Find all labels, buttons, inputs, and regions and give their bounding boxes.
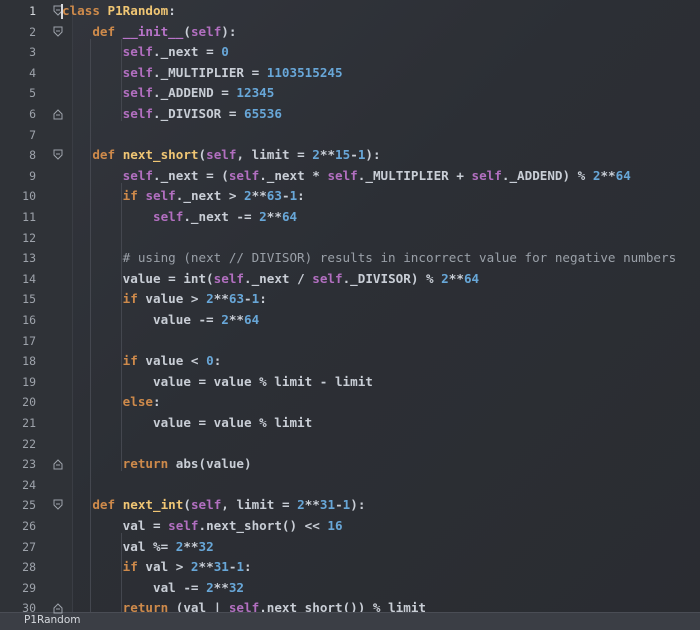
code-line[interactable]: class P1Random: xyxy=(62,2,176,20)
code-line[interactable]: self._ADDEND = 12345 xyxy=(62,84,275,102)
fold-marker-icon[interactable] xyxy=(53,26,63,38)
line-number: 2 xyxy=(29,24,36,39)
code-editor[interactable]: 1 2 3 4 5 6 7 8 9 10 11 12 13 14 15 16 17 18 19 20 21 22 23 24 2… xyxy=(0,0,700,630)
indent-guide xyxy=(120,38,122,121)
code-line[interactable]: value = int(self._next / self._DIVISOR) … xyxy=(62,270,479,288)
code-line[interactable]: # using (next // DIVISOR) results in inc… xyxy=(62,249,677,267)
line-number: 15 xyxy=(22,292,36,307)
line-number: 8 xyxy=(29,148,36,163)
line-number-gutter[interactable]: 1 2 3 4 5 6 7 8 9 10 11 12 13 14 15 16 17 18 19 20 21 22 23 24 2… xyxy=(0,0,50,615)
code-line[interactable]: value = value % limit - limit xyxy=(62,373,373,391)
line-number: 23 xyxy=(22,457,36,472)
line-number: 11 xyxy=(22,210,36,224)
fold-marker-icon[interactable] xyxy=(53,602,63,614)
fold-marker-icon[interactable] xyxy=(53,499,63,511)
code-line[interactable]: self._DIVISOR = 65536 xyxy=(62,105,282,123)
line-number: 27 xyxy=(22,539,36,554)
line-number: 20 xyxy=(22,395,36,410)
line-number: 29 xyxy=(22,580,36,595)
line-number: 19 xyxy=(22,374,36,389)
line-number: 7 xyxy=(29,127,36,142)
line-number: 17 xyxy=(22,333,36,348)
code-line[interactable]: if value < 0: xyxy=(62,352,222,370)
code-line[interactable]: self._next -= 2**64 xyxy=(62,208,297,226)
status-bar: P1Random xyxy=(0,612,700,630)
fold-marker-icon[interactable] xyxy=(53,108,63,120)
line-number: 26 xyxy=(22,519,36,533)
indent-guide xyxy=(90,38,92,616)
line-number: 14 xyxy=(22,271,36,286)
line-number: 16 xyxy=(22,313,36,327)
line-number: 10 xyxy=(22,189,36,204)
text-cursor xyxy=(61,4,63,19)
line-number: 22 xyxy=(22,436,36,451)
code-line[interactable]: else: xyxy=(62,393,161,411)
breadcrumb-class-name[interactable]: P1Random xyxy=(24,614,80,626)
code-line[interactable]: def next_int(self, limit = 2**31-1): xyxy=(62,496,365,514)
line-number: 13 xyxy=(22,251,36,266)
line-number: 18 xyxy=(22,354,36,369)
code-line[interactable]: if self._next > 2**63-1: xyxy=(62,187,305,205)
line-number: 6 xyxy=(29,107,36,121)
code-line[interactable]: self._MULTIPLIER = 1103515245 xyxy=(62,64,343,82)
line-number: 3 xyxy=(29,45,36,60)
line-number: 28 xyxy=(22,560,36,575)
code-line[interactable]: self._next = (self._next * self._MULTIPL… xyxy=(62,167,631,185)
indent-guide xyxy=(120,533,122,616)
code-line[interactable]: self._next = 0 xyxy=(62,43,229,61)
indent-guide xyxy=(120,182,122,472)
line-number: 1 xyxy=(29,4,36,18)
line-number: 5 xyxy=(29,86,36,101)
code-line[interactable]: def next_short(self, limit = 2**15-1): xyxy=(62,146,380,164)
line-number: 4 xyxy=(29,65,36,80)
fold-marker-icon[interactable] xyxy=(53,458,63,470)
line-number: 21 xyxy=(22,416,36,430)
code-line[interactable]: val %= 2**32 xyxy=(62,538,214,556)
line-number: 12 xyxy=(22,230,36,245)
line-number: 9 xyxy=(29,168,36,183)
code-line[interactable]: val = self.next_short() << 16 xyxy=(62,517,343,535)
fold-marker-icon[interactable] xyxy=(53,149,63,161)
code-line[interactable]: value -= 2**64 xyxy=(62,311,259,329)
code-line[interactable]: value = value % limit xyxy=(62,414,312,432)
line-number: 24 xyxy=(22,477,36,492)
line-number: 25 xyxy=(22,498,36,513)
code-line[interactable]: def __init__(self): xyxy=(62,23,236,41)
code-line[interactable]: val -= 2**32 xyxy=(62,579,244,597)
code-line[interactable]: if value > 2**63-1: xyxy=(62,290,267,308)
